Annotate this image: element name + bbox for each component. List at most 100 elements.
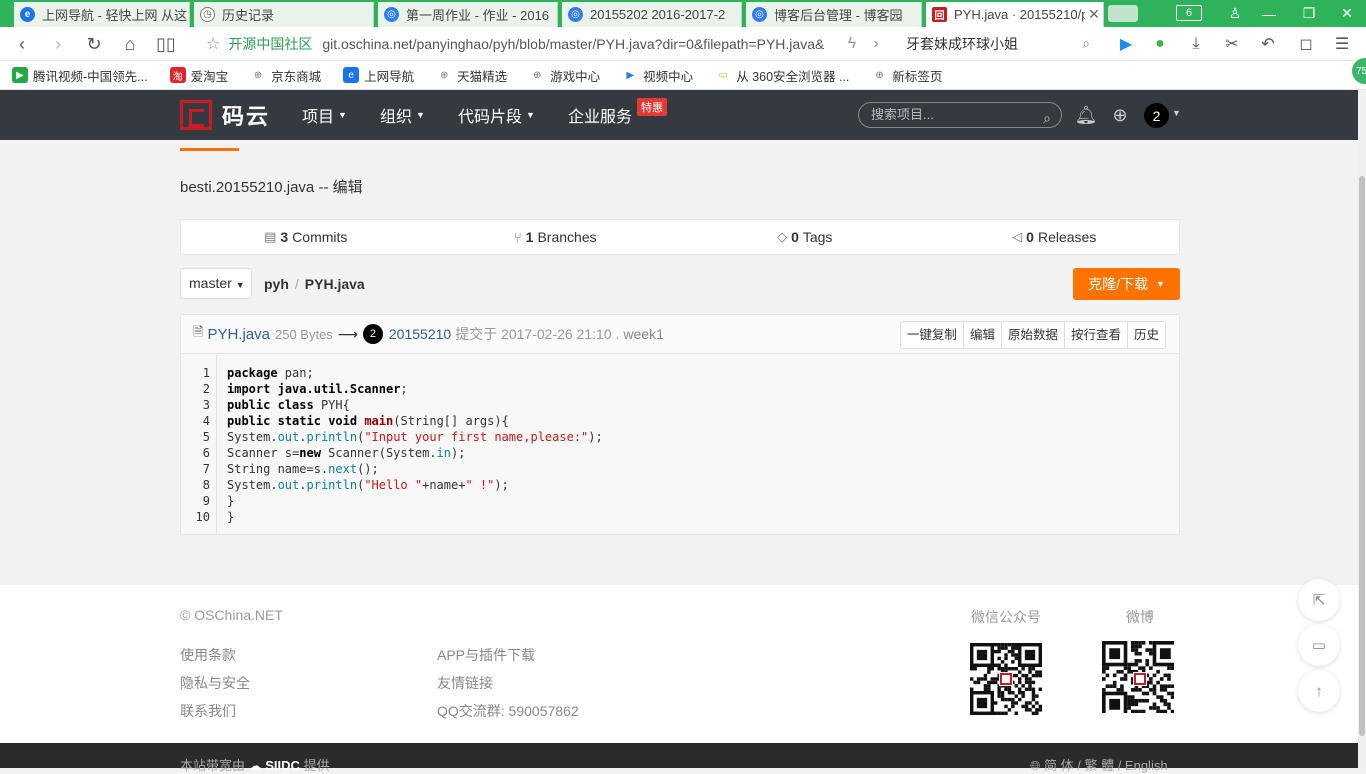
footer-link-qq[interactable]: QQ交流群: 590057862 xyxy=(437,701,579,721)
bag-icon[interactable]: ◻ xyxy=(1294,32,1318,56)
nav-snippets[interactable]: 代码片段 ▼ xyxy=(458,90,535,140)
commit-author[interactable]: 20155210 xyxy=(389,326,451,342)
browser-search-input[interactable]: 牙套妹成环球小姐 ⌕ xyxy=(898,30,1098,58)
browser-tab[interactable]: ◎ 第一周作业 - 作业 - 2016 xyxy=(378,2,558,27)
footer-link-friends[interactable]: 友情链接 xyxy=(437,673,493,693)
copy-button[interactable]: 一键复制 xyxy=(901,322,963,348)
browser-tab[interactable]: e 上网导航 - 轻快上网 从这 xyxy=(14,2,190,27)
browser-tab[interactable]: ◷ 历史记录 xyxy=(194,2,374,27)
commit-message[interactable]: week1 xyxy=(623,326,663,342)
url-field[interactable]: ☆ 开源中国社区 git.oschina.net/panyinghao/pyh/… xyxy=(198,30,888,58)
branches-stat[interactable]: ⑂ 1 Branches xyxy=(431,220,681,254)
footer-link-terms[interactable]: 使用条款 xyxy=(180,645,236,665)
line-number[interactable]: 5 xyxy=(203,429,210,445)
close-tab-icon[interactable]: ✕ xyxy=(1085,6,1103,23)
line-number[interactable]: 1 xyxy=(203,365,210,381)
scrollbar-thumb[interactable] xyxy=(1359,176,1365,736)
tag-icon: ◇ xyxy=(777,229,788,244)
user-avatar[interactable]: 2 xyxy=(1144,103,1169,128)
caret-down-icon[interactable]: ▼ xyxy=(1172,108,1181,118)
edit-button[interactable]: 编辑 xyxy=(962,322,1001,348)
line-number[interactable]: 7 xyxy=(203,461,210,477)
menu-icon[interactable]: ☰ xyxy=(1330,32,1354,56)
file-size: 250 Bytes xyxy=(274,326,333,342)
chevron-right-icon[interactable]: › xyxy=(864,32,888,56)
reader-icon[interactable]: ▯▯ xyxy=(154,32,178,56)
author-avatar[interactable]: 2 xyxy=(362,324,383,344)
promo-badge: 特惠 xyxy=(637,98,667,116)
close-window-icon[interactable]: ✕ xyxy=(1330,0,1364,27)
line-number[interactable]: 3 xyxy=(203,397,210,413)
forward-icon[interactable]: › xyxy=(46,32,70,56)
bookmark-item[interactable]: ▶ 视频中心 xyxy=(622,66,693,85)
bookmark-item[interactable]: ⊕ 京东商城 xyxy=(250,66,321,85)
minimize-icon[interactable]: — xyxy=(1252,0,1286,27)
back-to-top-icon[interactable]: ↑ xyxy=(1298,670,1340,712)
bookmark-item[interactable]: ⊕ 新标签页 xyxy=(871,66,942,85)
bookmark-item[interactable]: ▶ 腾讯视频-中国领先... xyxy=(12,66,148,85)
bookmark-item[interactable]: ⊕ 游戏中心 xyxy=(529,66,600,85)
tab-count-badge[interactable]: 6 xyxy=(1176,5,1202,21)
restore-icon[interactable]: ❐ xyxy=(1292,0,1326,27)
cloud-logo-icon: ☁ SIIDC xyxy=(248,758,300,773)
wechat-icon[interactable]: ● xyxy=(1148,32,1172,56)
lightning-icon[interactable]: ϟ xyxy=(840,32,864,56)
history-button[interactable]: 历史 xyxy=(1126,322,1165,348)
back-icon[interactable]: ‹ xyxy=(10,32,34,56)
branch-icon: ⑂ xyxy=(513,229,522,245)
taobao-icon: 淘 xyxy=(169,67,186,83)
line-number[interactable]: 2 xyxy=(203,381,210,397)
raw-button[interactable]: 原始数据 xyxy=(1000,322,1064,348)
bookmark-item[interactable]: ⊕ 天猫精选 xyxy=(436,66,507,85)
scissors-icon[interactable]: ✂ xyxy=(1220,32,1244,56)
clone-download-button[interactable]: 克隆/下载 ▼ xyxy=(1073,268,1180,300)
nav-enterprise[interactable]: 企业服务 xyxy=(568,90,632,140)
browser-tab[interactable]: ◎ 20155202 2016-2017-2 xyxy=(562,2,742,27)
download-icon[interactable]: ⤓ xyxy=(1184,32,1208,56)
commit-icon: ▤ xyxy=(264,229,277,244)
reload-icon[interactable]: ↻ xyxy=(82,32,106,56)
language-switch[interactable]: 🌐︎ 简 体 / 繁 體 / English xyxy=(1030,755,1168,774)
tags-stat[interactable]: ◇ 0 Tags xyxy=(680,220,930,254)
browser-tab[interactable]: ◎ 博客后台管理 - 博客园 xyxy=(746,2,922,27)
browser-tab-active[interactable]: 回 PYH.java · 20155210/p ✕ xyxy=(926,2,1104,27)
video-play-icon[interactable]: ▶ xyxy=(1114,32,1138,56)
share-icon[interactable]: ⇱ xyxy=(1298,579,1340,621)
star-icon[interactable]: ☆ xyxy=(206,34,220,54)
bookmark-item[interactable]: e 上网导航 xyxy=(343,66,414,85)
footer-link-contact[interactable]: 联系我们 xyxy=(180,701,236,721)
caret-down-icon: ▼ xyxy=(235,280,245,290)
wechat-qr-code xyxy=(970,643,1042,715)
branch-select[interactable]: master ▼ xyxy=(180,268,252,299)
search-icon[interactable]: ⌕ xyxy=(1082,35,1090,52)
bookmark-item[interactable]: ▭ 从 360安全浏览器 ... xyxy=(715,66,849,85)
new-tab-button[interactable] xyxy=(1108,5,1138,22)
comment-icon[interactable]: ▭ xyxy=(1298,624,1340,666)
line-number[interactable]: 9 xyxy=(203,493,210,509)
bookmark-item[interactable]: 淘爱淘宝 xyxy=(169,66,228,85)
project-search-input[interactable]: 搜索项目... ⌕ xyxy=(858,102,1062,128)
search-icon[interactable]: ⌕ xyxy=(1043,106,1051,130)
ie-icon: e xyxy=(343,67,360,83)
undo-icon[interactable]: ↶ xyxy=(1256,32,1280,56)
line-number[interactable]: 6 xyxy=(203,445,210,461)
commits-stat[interactable]: ▤ 3 Commits xyxy=(181,220,431,254)
nav-organizations[interactable]: 组织 ▼ xyxy=(380,90,425,140)
file-name[interactable]: PYH.java xyxy=(207,326,270,343)
blame-button[interactable]: 按行查看 xyxy=(1063,322,1127,348)
home-icon[interactable]: ⌂ xyxy=(118,32,142,56)
cnblogs-icon: ◎ xyxy=(384,7,399,22)
bell-icon[interactable]: 🔔︎ xyxy=(1074,102,1098,128)
footer-link-app[interactable]: APP与插件下载 xyxy=(437,645,535,665)
shirt-icon[interactable]: ♙ xyxy=(1218,0,1252,27)
nav-projects[interactable]: 项目 ▼ xyxy=(302,90,347,140)
line-number[interactable]: 8 xyxy=(203,477,210,493)
line-number[interactable]: 4 xyxy=(203,413,210,429)
url-text: git.oschina.net/panyinghao/pyh/blob/mast… xyxy=(322,36,825,52)
footer-link-privacy[interactable]: 隐私与安全 xyxy=(180,673,250,693)
plus-circle-icon[interactable]: ⊕ xyxy=(1108,102,1132,128)
breadcrumb-repo[interactable]: pyh xyxy=(264,276,289,292)
releases-stat[interactable]: ◁ 0 Releases xyxy=(930,220,1180,254)
site-logo[interactable]: 码云 xyxy=(180,100,270,130)
line-number[interactable]: 10 xyxy=(196,509,210,525)
